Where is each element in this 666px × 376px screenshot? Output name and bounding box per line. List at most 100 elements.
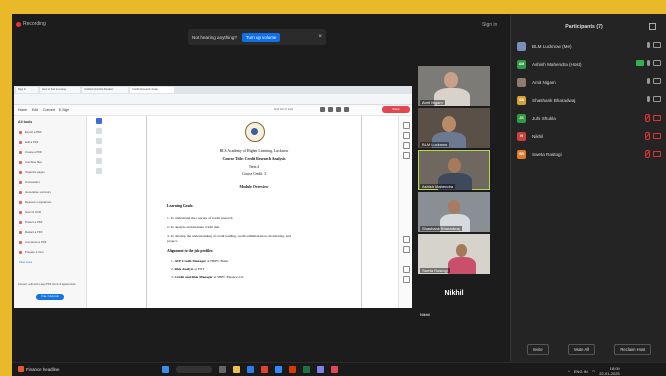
excel-icon[interactable]: [303, 366, 310, 373]
sidebar-item[interactable]: Export a PDF: [19, 130, 42, 134]
attach-icon[interactable]: [403, 142, 410, 149]
doc-credits: Course Credit: 3: [242, 172, 266, 176]
comment-tool-icon[interactable]: [96, 128, 102, 134]
search-box[interactable]: [176, 366, 212, 373]
sign-in-link[interactable]: Sign in: [482, 22, 497, 28]
find-text-field[interactable]: Find text or tools: [274, 108, 314, 113]
camera-icon[interactable]: [653, 60, 661, 66]
start-icon[interactable]: [162, 366, 169, 373]
sidebar-item[interactable]: Prepare a form: [19, 250, 44, 254]
language-label[interactable]: ENG IN: [574, 369, 588, 374]
system-tray: ^ ENG IN ◠ 18:09 22-01-2025: [568, 366, 620, 376]
zoom-in-icon[interactable]: [403, 266, 410, 273]
task-view-icon[interactable]: [219, 366, 226, 373]
participant-row[interactable]: SR Sweta Rastogi: [517, 148, 663, 160]
sidebar-item[interactable]: Compress a PDF: [19, 240, 46, 244]
page-up-icon[interactable]: [403, 236, 410, 243]
zoom-out-icon[interactable]: [403, 276, 410, 283]
sidebar-item[interactable]: Request e-signatures: [19, 200, 52, 204]
video-tile[interactable]: BLM Lucknow: [418, 108, 490, 148]
news-widget[interactable]: Finance headline: [18, 366, 59, 372]
microphone-icon[interactable]: [647, 96, 650, 102]
menu-esign[interactable]: E-Sign: [59, 108, 69, 112]
print-icon[interactable]: [320, 107, 325, 112]
chrome-icon[interactable]: [261, 366, 268, 373]
microphone-icon[interactable]: [647, 78, 650, 84]
microphone-muted-icon[interactable]: [645, 150, 650, 158]
sign-tool-icon[interactable]: [96, 168, 102, 174]
file-explorer-icon[interactable]: [233, 366, 240, 373]
acrobat-icon[interactable]: [331, 366, 338, 373]
reclaim-host-button[interactable]: Reclaim Host: [614, 344, 652, 355]
sidebar-item[interactable]: Organize pages: [19, 170, 45, 174]
text-tool-icon[interactable]: [96, 158, 102, 164]
recording-indicator[interactable]: Recording: [16, 21, 46, 27]
sidebar-item[interactable]: Generative summary: [19, 190, 51, 194]
video-tile[interactable]: Shashank Bharadwaj: [418, 192, 490, 232]
camera-icon[interactable]: [653, 96, 661, 102]
search-icon[interactable]: [344, 107, 349, 112]
save-icon[interactable]: [328, 107, 333, 112]
invite-button[interactable]: Invite: [526, 344, 549, 355]
browser-tab[interactable]: Untitled (Acrobat Reader): [82, 87, 128, 93]
teams-icon[interactable]: [317, 366, 324, 373]
sidebar-item[interactable]: Protect a PDF: [19, 220, 43, 224]
participant-row[interactable]: Amit Nigam: [517, 76, 663, 88]
zoom-icon[interactable]: [275, 366, 282, 373]
sidebar-item[interactable]: AI Assistant: [19, 180, 40, 184]
draw-tool-icon[interactable]: [96, 148, 102, 154]
edge-icon[interactable]: [247, 366, 254, 373]
sidebar-item[interactable]: Combine files: [19, 160, 42, 164]
video-tile-no-camera[interactable]: Nikhil Nikhil: [418, 278, 490, 318]
layers-icon[interactable]: [403, 152, 410, 159]
bookmark-icon[interactable]: [403, 132, 410, 139]
microphone-icon[interactable]: [647, 60, 650, 66]
select-tool-icon[interactable]: [96, 118, 102, 124]
pop-out-icon[interactable]: [649, 23, 656, 30]
camera-off-icon[interactable]: [653, 151, 661, 157]
sidebar-item[interactable]: Redact a PDF: [19, 230, 43, 234]
clock[interactable]: 18:09 22-01-2025: [599, 366, 619, 376]
more-icon[interactable]: [336, 107, 341, 112]
participant-face: [448, 158, 461, 173]
video-tile[interactable]: Amit Nigam: [418, 66, 490, 106]
menu-edit[interactable]: Edit: [32, 108, 38, 112]
sidebar-item[interactable]: Scan & OCR: [19, 210, 41, 214]
office-icon[interactable]: [289, 366, 296, 373]
browser-tab-active[interactable]: Credit Research Analy...: [130, 87, 174, 93]
free-trial-button[interactable]: Free 7-day trial: [36, 294, 64, 300]
page-icon[interactable]: [403, 122, 410, 129]
chevron-up-icon[interactable]: ^: [568, 369, 570, 374]
view-more-link[interactable]: View more: [19, 260, 32, 264]
video-tile-active-speaker[interactable]: Ashish Mahendra: [418, 150, 490, 190]
mute-all-button[interactable]: Mute All: [568, 344, 595, 355]
doc-goal-3: 3. To develop the understanding of credi…: [167, 234, 291, 238]
browser-tab[interactable]: How to find an essay: [40, 87, 80, 93]
menu-convert[interactable]: Convert: [43, 108, 55, 112]
microphone-icon[interactable]: [647, 42, 650, 48]
participant-row[interactable]: SB Shashank Bharadwaj: [517, 94, 663, 106]
browser-tab[interactable]: Sign In: [16, 87, 38, 93]
microphone-muted-icon[interactable]: [645, 132, 650, 140]
page-down-icon[interactable]: [403, 246, 410, 253]
participant-row[interactable]: N Nikhil: [517, 130, 663, 142]
participant-row[interactable]: AM Ashish Mahendra (Host): [517, 58, 663, 70]
tool-icon: [19, 180, 22, 184]
participant-row[interactable]: BLM Lucknow (Me): [517, 40, 663, 52]
video-tile[interactable]: Sweta Rastogi: [418, 234, 490, 274]
camera-off-icon[interactable]: [653, 133, 661, 139]
menu-home[interactable]: Home: [18, 108, 27, 112]
microphone-muted-icon[interactable]: [645, 114, 650, 122]
participant-row[interactable]: JS Juhi Shukla: [517, 112, 663, 124]
highlight-tool-icon[interactable]: [96, 138, 102, 144]
close-icon[interactable]: ×: [318, 34, 322, 40]
share-button[interactable]: Share: [382, 106, 410, 113]
turn-up-volume-button[interactable]: Turn up volume: [241, 32, 281, 42]
sidebar-item[interactable]: Edit a PDF: [19, 140, 39, 144]
sidebar-item[interactable]: Create a PDF: [19, 150, 42, 154]
camera-off-icon[interactable]: [653, 115, 661, 121]
camera-icon[interactable]: [653, 78, 661, 84]
wifi-icon[interactable]: ◠: [592, 369, 596, 374]
camera-icon[interactable]: [653, 42, 661, 48]
doc-module-overview: Module Overview: [239, 185, 269, 189]
